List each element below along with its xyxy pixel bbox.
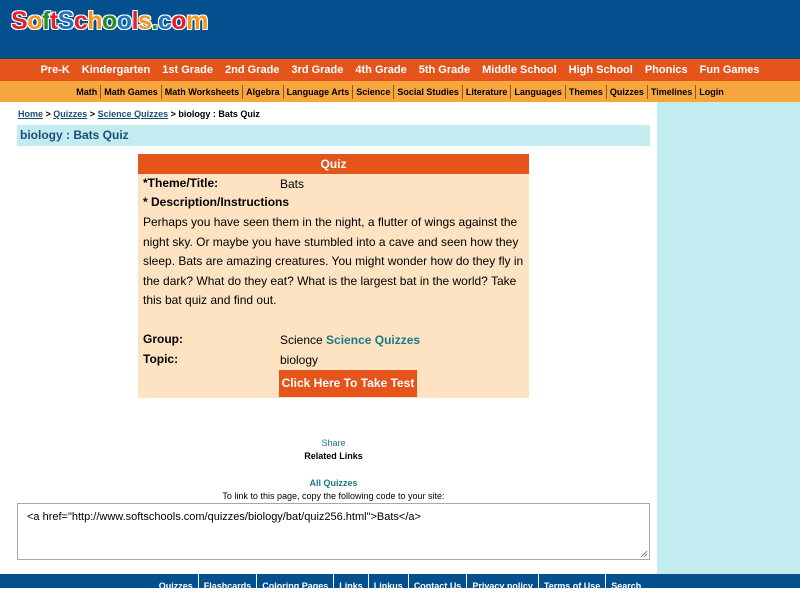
theme-value: Bats xyxy=(280,177,305,191)
footer-link-flashcards[interactable]: Flashcards xyxy=(197,574,257,598)
related-links-heading: Related Links xyxy=(304,451,363,461)
theme-label: *Theme/Title: xyxy=(143,176,219,190)
link-code-textarea[interactable]: <a href="http://www.softschools.com/quiz… xyxy=(17,503,650,560)
footer-link-quizzes[interactable]: Quizzes xyxy=(154,574,198,598)
nav-item-phonics[interactable]: Phonics xyxy=(639,59,694,81)
subnav-item-themes[interactable]: Themes xyxy=(564,84,606,99)
footer-link-linkus[interactable]: Linkus xyxy=(367,574,408,598)
subnav-item-login[interactable]: Login xyxy=(695,84,727,99)
topic-value: biology xyxy=(280,353,319,367)
footer-link-terms-of-use[interactable]: Terms of Use xyxy=(537,574,605,598)
secondary-nav: Math Math Games Math Worksheets Algebra Lang… xyxy=(0,81,800,102)
group-label: Group: xyxy=(143,332,183,346)
logo-letter: S xyxy=(57,6,75,35)
footer-link-search[interactable]: Search xyxy=(605,574,646,598)
page-title: biology : Bats Quiz xyxy=(17,125,650,146)
footer-link-coloring-pages[interactable]: Coloring Pages xyxy=(256,574,333,598)
logo-letter: o xyxy=(171,6,188,35)
topic-label: Topic: xyxy=(143,352,179,366)
breadcrumb-home-link[interactable]: Home xyxy=(18,109,43,119)
breadcrumb-quizzes-link[interactable]: Quizzes xyxy=(53,109,87,119)
nav-item-kindergarten[interactable]: Kindergarten xyxy=(76,59,156,81)
link-instructions: To link to this page, copy the following… xyxy=(222,491,445,501)
group-text: Science xyxy=(280,333,323,347)
nav-item-pre-k[interactable]: Pre-K xyxy=(34,59,75,81)
footer-link-contact-us[interactable]: Contact Us xyxy=(407,574,467,598)
site-header: SoftSchools.com xyxy=(0,0,800,59)
subnav-item-algebra[interactable]: Algebra xyxy=(242,84,283,99)
breadcrumb: Home > Quizzes > Science Quizzes > biolo… xyxy=(18,109,260,119)
footer-link-links[interactable]: Links xyxy=(333,574,368,598)
logo-letter: o xyxy=(26,6,43,35)
nav-item-fun-games[interactable]: Fun Games xyxy=(694,59,766,81)
subnav-item-science[interactable]: Science xyxy=(352,84,393,99)
subnav-item-literature[interactable]: Literature xyxy=(461,84,511,99)
take-test-button[interactable]: Click Here To Take Test xyxy=(279,370,417,397)
resize-handle-icon[interactable] xyxy=(640,550,648,558)
logo-letter: c xyxy=(73,6,88,35)
nav-item-2nd-grade[interactable]: 2nd Grade xyxy=(219,59,285,81)
logo-letter: c xyxy=(157,6,172,35)
nav-item-4th-grade[interactable]: 4th Grade xyxy=(349,59,412,81)
nav-item-middle-school[interactable]: Middle School xyxy=(476,59,563,81)
description-label: * Description/Instructions xyxy=(143,195,290,209)
science-quizzes-link[interactable]: Science Quizzes xyxy=(326,333,420,347)
subnav-item-timelines[interactable]: Timelines xyxy=(646,84,695,99)
subnav-item-math-games[interactable]: Math Games xyxy=(100,84,161,99)
quiz-info-panel: Quiz *Theme/Title: Bats * Description/In… xyxy=(138,154,529,398)
logo-letter: o xyxy=(116,6,133,35)
logo-letter: f xyxy=(41,6,51,35)
quiz-panel-header: Quiz xyxy=(138,154,529,174)
right-sidebar xyxy=(657,102,800,574)
subnav-item-math-worksheets[interactable]: Math Worksheets xyxy=(160,84,242,99)
quiz-description: Perhaps you have seen them in the night,… xyxy=(143,215,524,307)
subnav-item-social-studies[interactable]: Social Studies xyxy=(393,84,462,99)
nav-item-1st-grade[interactable]: 1st Grade xyxy=(156,59,219,81)
site-logo[interactable]: SoftSchools.com xyxy=(10,6,209,36)
logo-letter: m xyxy=(185,6,209,35)
all-quizzes-link[interactable]: All Quizzes xyxy=(17,478,650,488)
breadcrumb-science-quizzes-link[interactable]: Science Quizzes xyxy=(98,109,169,119)
nav-item-high-school[interactable]: High School xyxy=(563,59,639,81)
share-link[interactable]: Share xyxy=(17,438,650,448)
breadcrumb-separator: > xyxy=(87,109,98,119)
logo-letter: S xyxy=(10,6,28,35)
breadcrumb-separator: > xyxy=(43,109,54,119)
subnav-item-math[interactable]: Math xyxy=(73,85,100,99)
footer-link-privacy-policy[interactable]: Privacy policy xyxy=(466,574,538,598)
nav-item-5th-grade[interactable]: 5th Grade xyxy=(413,59,476,81)
nav-item-3rd-grade[interactable]: 3rd Grade xyxy=(285,59,349,81)
logo-letter: h xyxy=(87,6,104,35)
logo-letter: o xyxy=(101,6,118,35)
logo-letter: s xyxy=(137,6,152,35)
primary-nav: Pre-K Kindergarten 1st Grade 2nd Grade 3rd G… xyxy=(0,59,800,81)
logo-letter: t xyxy=(49,6,59,35)
subnav-item-quizzes[interactable]: Quizzes xyxy=(605,84,647,99)
group-value: Science Science Quizzes xyxy=(280,333,420,347)
link-code-text: <a href="http://www.softschools.com/quiz… xyxy=(27,511,421,523)
site-footer: Quizzes Flashcards Coloring Pages Links Link… xyxy=(0,574,800,598)
breadcrumb-current: > biology : Bats Quiz xyxy=(168,109,260,119)
subnav-item-language-arts[interactable]: Language Arts xyxy=(282,84,353,99)
subnav-item-languages[interactable]: Languages xyxy=(510,84,565,99)
